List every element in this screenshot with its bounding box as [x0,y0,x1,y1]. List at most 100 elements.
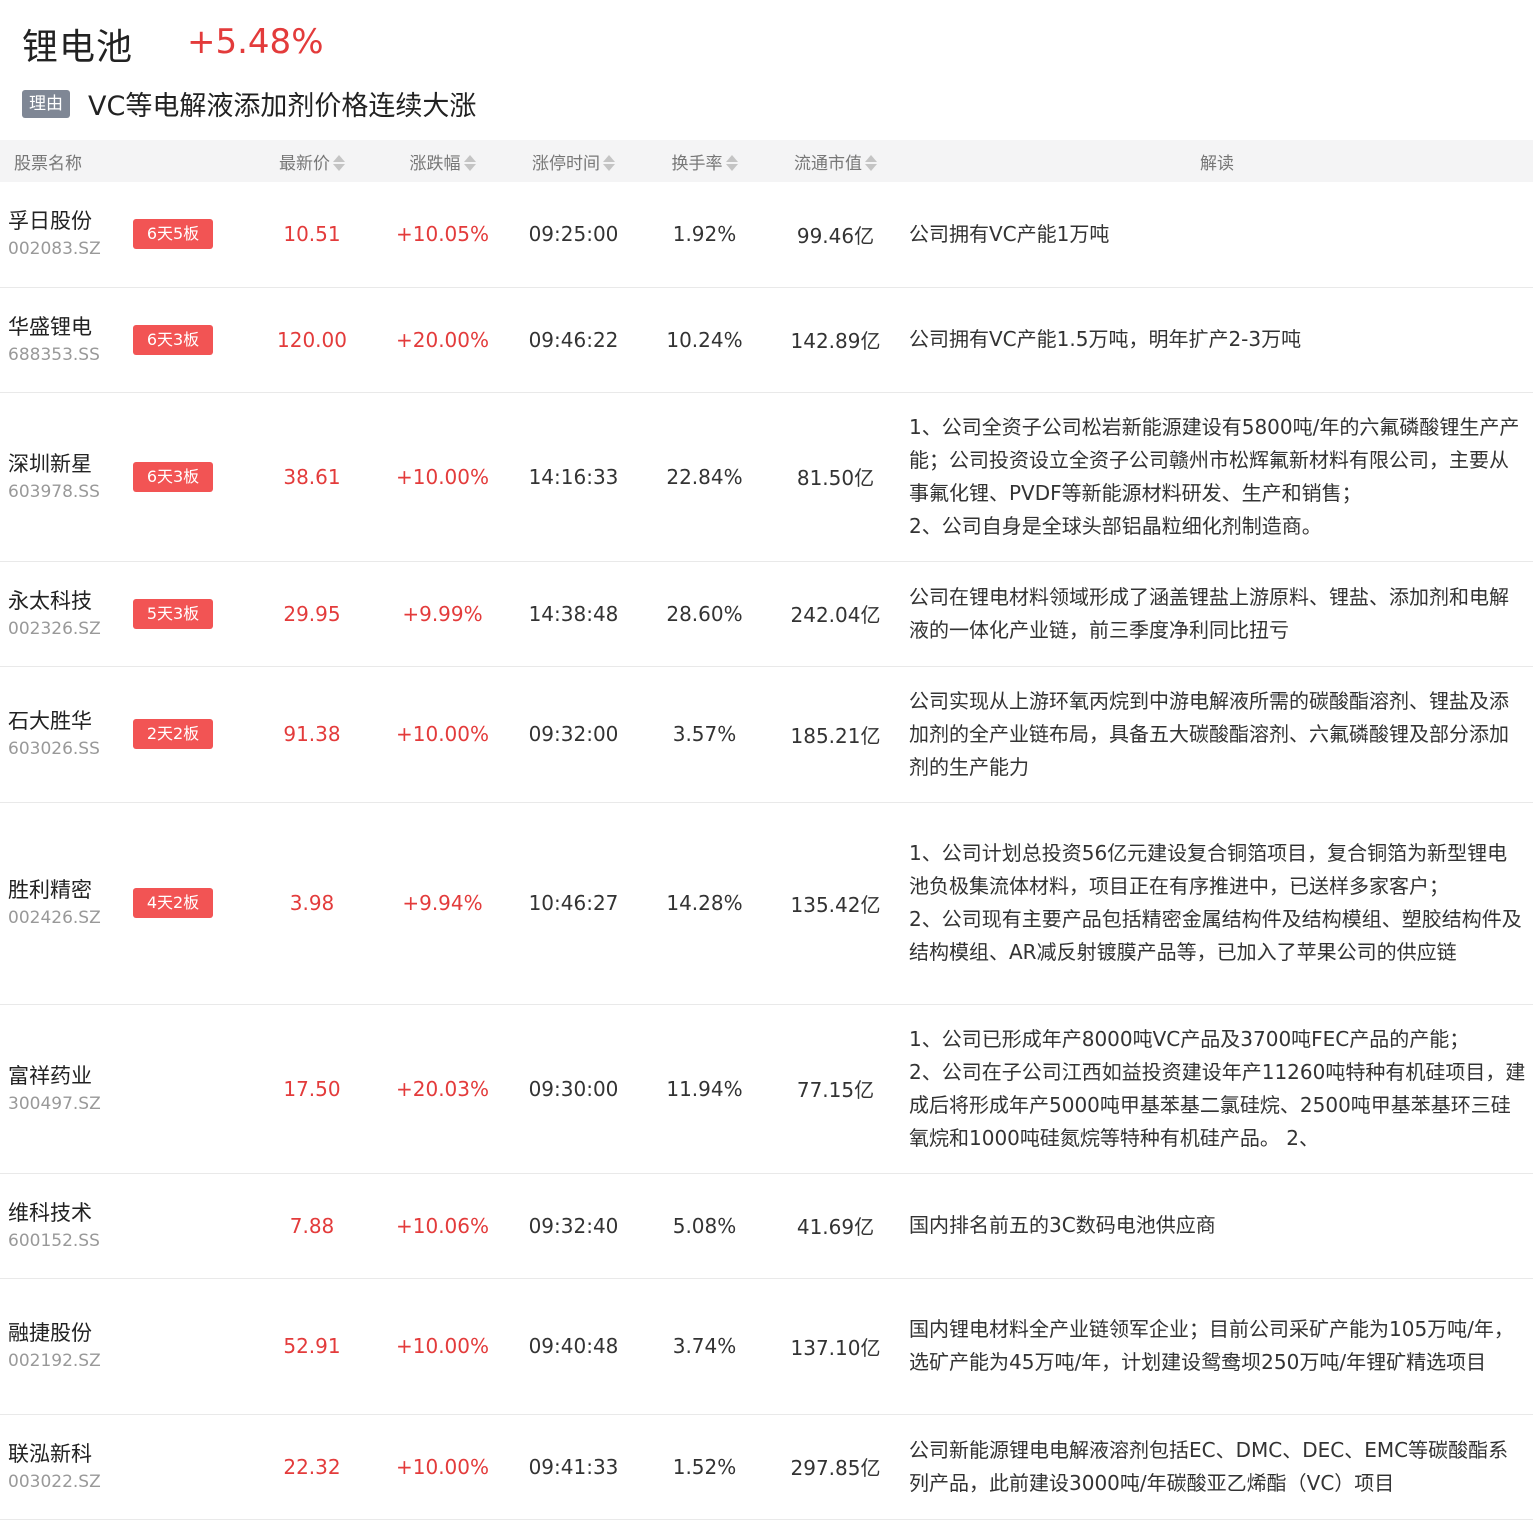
price-change: +10.00% [395,464,490,489]
table-row[interactable]: 融捷股份 002192.SZ 52.91 +10.00% 09:40:48 3.74% 13… [0,1278,1533,1414]
latest-price: 91.38 [283,722,341,746]
stock-description: 1、公司计划总投资56亿元建设复合铜箔项目，复合铜箔为新型锂电池负极集流体材料，… [901,802,1533,1004]
limit-up-time: 09:25:00 [528,222,619,247]
description-line: 公司实现从上游环氧丙烷到中游电解液所需的碳酸酯溶剂、锂盐及添加剂的全产业链布局，… [909,688,1509,779]
limit-up-time: 14:38:48 [528,601,619,626]
turnover-rate: 11.94% [666,1076,743,1101]
turnover-rate: 3.74% [672,1334,737,1358]
col-header-price[interactable]: 最新价 [247,140,377,182]
badge-cell: 6天5板 [130,182,247,287]
latest-price: 17.50 [283,1076,341,1101]
stock-code: 002192.SZ [8,1351,101,1371]
badge-cell [130,1173,247,1278]
stock-cell[interactable]: 融捷股份 002192.SZ [0,1278,130,1414]
stock-description: 1、公司已形成年产8000吨VC产品及3700吨FEC产品的产能； 2、公司在子公… [901,1004,1533,1173]
stock-description: 公司拥有VC产能1万吨 [901,182,1533,287]
col-header-market-cap[interactable]: 流通市值 [770,140,901,182]
stock-description: 公司拥有VC产能1.5万吨，明年扩产2-3万吨 [901,287,1533,392]
limit-up-time: 14:16:33 [528,464,619,489]
badge-cell: 4天2板 [130,802,247,1004]
stock-description: 国内排名前五的3C数码电池供应商 [901,1173,1533,1278]
stock-cell[interactable]: 富祥药业 300497.SZ [0,1004,130,1173]
col-header-change-label: 涨跌幅 [409,153,461,174]
latest-price: 120.00 [277,327,347,352]
turnover-rate: 3.57% [672,722,737,746]
table-row[interactable]: 华盛锂电 688353.SS 6天3板 120.00 +20.00% 09:46:22 10… [0,287,1533,392]
stock-name[interactable]: 华盛锂电 [8,312,130,342]
table-row[interactable]: 胜利精密 002426.SZ 4天2板 3.98 +9.94% 10:46:27 14.28… [0,802,1533,1004]
stock-code: 688353.SS [8,344,100,365]
stock-cell[interactable]: 孚日股份 002083.SZ [0,182,130,287]
stock-name[interactable]: 深圳新星 [8,449,130,479]
stock-name[interactable]: 永太科技 [8,586,130,616]
table-row[interactable]: 深圳新星 603978.SS 6天3板 38.61 +10.00% 14:16:33 22.… [0,392,1533,561]
table-row[interactable]: 永太科技 002326.SZ 5天3板 29.95 +9.99% 14:38:48 28.6… [0,561,1533,666]
description-line: 2、公司自身是全球头部铝晶粒细化剂制造商。 [909,513,1322,538]
latest-price: 38.61 [283,464,341,489]
col-header-price-label: 最新价 [279,153,330,174]
market-cap: 135.42亿 [790,892,881,917]
col-header-turnover[interactable]: 换手率 [639,140,770,182]
stock-description: 公司新能源锂电电解液溶剂包括EC、DMC、DEC、EMC等碳酸酯系列产品，此前建… [901,1414,1533,1519]
table-row[interactable]: 联泓新科 003022.SZ 22.32 +10.00% 09:41:33 1.52% 29… [0,1414,1533,1519]
limit-up-time: 09:32:40 [528,1213,619,1238]
badge-cell [130,1414,247,1519]
stock-cell[interactable]: 深圳新星 603978.SS [0,392,130,561]
stock-cell[interactable]: 石大胜华 603026.SS [0,666,130,802]
col-header-turnover-label: 换手率 [671,153,723,174]
table-row[interactable]: 石大胜华 603026.SS 2天2板 91.38 +10.00% 09:32:00 3.5… [0,666,1533,802]
description-line: 1、公司已形成年产8000吨VC产品及3700吨FEC产品的产能； [909,1026,1470,1051]
stock-code: 600152.SS [8,1230,100,1251]
market-cap: 142.89亿 [790,329,881,353]
stock-name[interactable]: 石大胜华 [8,706,130,736]
stock-cell[interactable]: 联泓新科 003022.SZ [0,1414,130,1519]
col-header-limit-time[interactable]: 涨停时间 [508,140,639,182]
stock-code: 002426.SZ [8,908,101,928]
price-change: +10.00% [395,1454,490,1479]
stock-cell[interactable]: 永太科技 002326.SZ [0,561,130,666]
stock-cell[interactable]: 维科技术 600152.SS [0,1173,130,1278]
description-line: 国内排名前五的3C数码电池供应商 [909,1213,1216,1237]
table-row[interactable]: 富祥药业 300497.SZ 17.50 +20.03% 09:30:00 11.94% 7… [0,1004,1533,1173]
stock-description: 1、公司全资子公司松岩新能源建设有5800吨/年的六氟磷酸锂生产产能；公司投资设… [901,392,1533,561]
stock-name[interactable]: 孚日股份 [8,206,130,236]
stock-name[interactable]: 融捷股份 [8,1318,130,1348]
col-header-change[interactable]: 涨跌幅 [377,140,508,182]
badge-cell: 5天3板 [130,561,247,666]
stock-code: 002083.SZ [8,239,101,260]
stock-description: 国内锂电材料全产业链领军企业；目前公司采矿产能为105万吨/年，选矿产能为45万… [901,1278,1533,1414]
description-line: 1、公司计划总投资56亿元建设复合铜箔项目，复合铜箔为新型锂电池负极集流体材料，… [909,841,1508,898]
sort-icon [463,154,476,172]
stock-name[interactable]: 联泓新科 [8,1439,130,1469]
stock-name[interactable]: 富祥药业 [8,1061,130,1091]
stock-name[interactable]: 胜利精密 [8,875,130,905]
stock-cell[interactable]: 胜利精密 002426.SZ [0,802,130,1004]
market-cap: 242.04亿 [790,603,881,627]
description-line: 公司新能源锂电电解液溶剂包括EC、DMC、DEC、EMC等碳酸酯系列产品，此前建… [909,1437,1509,1495]
sort-icon [725,154,738,172]
limit-up-badge: 6天3板 [133,461,213,492]
turnover-rate: 22.84% [666,464,743,489]
latest-price: 7.88 [289,1213,335,1238]
limit-up-time: 09:32:00 [528,722,619,746]
latest-price: 22.32 [283,1454,341,1479]
stock-table: 股票名称 最新价 涨跌幅 涨停时间 换手率 流通市值 解读 孚日股份 002083… [0,140,1533,1520]
description-line: 公司在锂电材料领域形成了涵盖锂盐上游原料、锂盐、添加剂和电解液的一体化产业链，前… [909,584,1509,642]
price-change: +9.94% [402,891,483,915]
sort-icon [603,154,615,172]
turnover-rate: 14.28% [666,891,743,915]
market-cap: 81.50亿 [796,466,875,490]
table-row[interactable]: 维科技术 600152.SS 7.88 +10.06% 09:32:40 5.08% 41.… [0,1173,1533,1278]
description-line: 2、公司现有主要产品包括精密金属结构件及结构模组、塑胶结构件及结构模组、AR减反… [909,907,1522,964]
stock-description: 公司在锂电材料领域形成了涵盖锂盐上游原料、锂盐、添加剂和电解液的一体化产业链，前… [901,561,1533,666]
stock-cell[interactable]: 华盛锂电 688353.SS [0,287,130,392]
table-row[interactable]: 孚日股份 002083.SZ 6天5板 10.51 +10.05% 09:25:00 1.9… [0,182,1533,287]
price-change: +20.00% [395,327,490,352]
limit-up-badge: 4天2板 [133,888,213,918]
stock-name[interactable]: 维科技术 [8,1198,130,1228]
col-header-desc: 解读 [1200,153,1234,174]
limit-up-time: 09:30:00 [528,1076,619,1101]
badge-cell [130,1278,247,1414]
price-change: +10.06% [395,1213,490,1238]
sort-icon [865,154,877,172]
